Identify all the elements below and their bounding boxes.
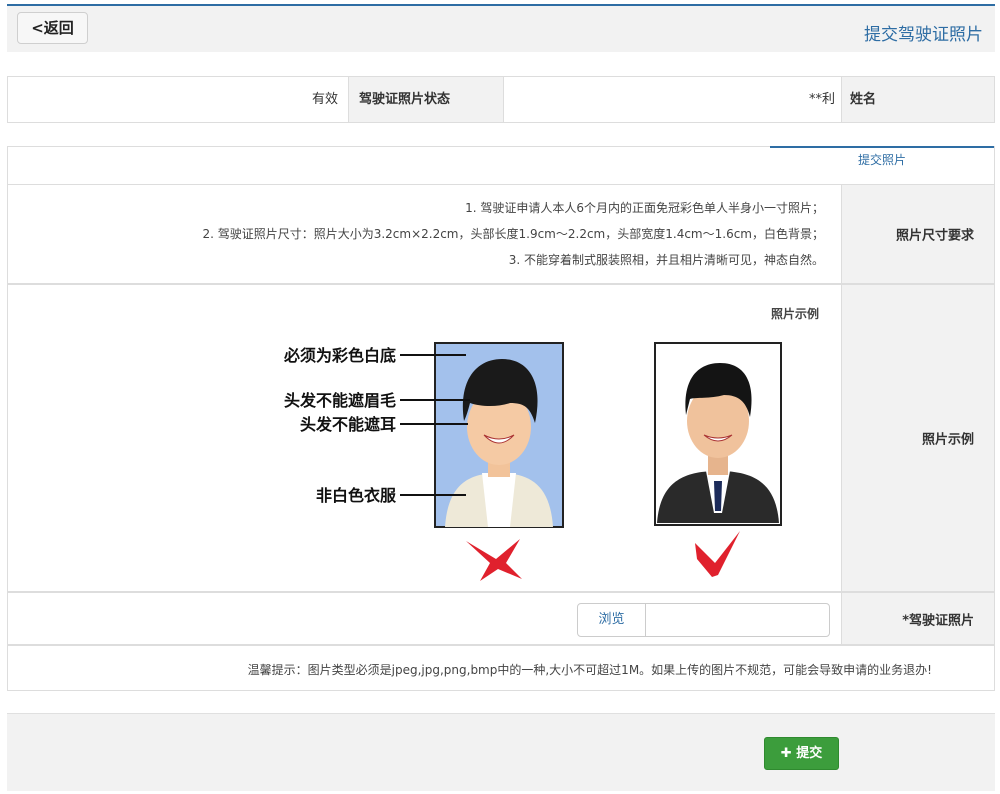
incorrect-photo — [434, 342, 564, 528]
footer-bar: ✚ 提交 — [7, 713, 995, 791]
requirement-line-2: 2. 驾驶证照片尺寸：照片大小为3.2cm×2.2cm，头部长度1.9cm～2.… — [202, 227, 824, 241]
upload-notice: 温馨提示：图片类型必须是jpeg,jpg,png,bmp中的一种,大小不可超过1… — [247, 663, 932, 677]
annotation-white-bg: 必须为彩色白底 — [283, 346, 396, 365]
example-label-cell: 照片示例 — [841, 285, 994, 591]
status-label: 驾驶证照片状态 — [359, 92, 451, 107]
file-upload-field[interactable]: 浏览 — [577, 603, 830, 637]
upload-label: *驾驶证照片 — [902, 613, 974, 628]
requirements-label-cell: 照片尺寸要求 — [841, 185, 994, 283]
name-label: 姓名 — [849, 92, 876, 107]
status-value-cell: 有效 — [8, 77, 348, 122]
name-value-cell: **利 — [503, 77, 843, 122]
top-bar: <返回 提交驾驶证照片 — [7, 4, 995, 52]
tab-bar: 提交照片 — [7, 146, 995, 184]
browse-button[interactable]: 浏览 — [578, 604, 646, 636]
annotation-eyebrows: 头发不能遮眉毛 — [284, 391, 396, 410]
example-label: 照片示例 — [921, 432, 974, 448]
photo-example-illustration: 必须为彩色白底 头发不能遮眉毛 头发不能遮耳 非白色衣服 — [283, 342, 782, 581]
example-title: 照片示例 — [770, 307, 819, 321]
correct-photo — [654, 342, 782, 526]
example-row: 照片示例 照片示例 必须为彩色白底 头发不能遮眉毛 头发不能遮耳 非白色衣服 — [7, 284, 995, 592]
annotation-ears: 头发不能遮耳 — [300, 415, 396, 434]
name-label-cell: 姓名 — [841, 77, 994, 122]
back-button[interactable]: <返回 — [17, 12, 88, 44]
correct-mark-icon — [695, 531, 740, 577]
wrong-mark-icon — [466, 539, 522, 581]
status-label-cell: 驾驶证照片状态 — [348, 77, 503, 122]
requirement-line-1: 1. 驾驶证申请人本人6个月内的正面免冠彩色单人半身小一寸照片； — [465, 201, 824, 215]
name-value: **利 — [808, 92, 835, 107]
status-value: 有效 — [311, 92, 338, 107]
notice-row: 温馨提示：图片类型必须是jpeg,jpg,png,bmp中的一种,大小不可超过1… — [7, 645, 995, 691]
requirements-row: 照片尺寸要求 1. 驾驶证申请人本人6个月内的正面免冠彩色单人半身小一寸照片； … — [7, 184, 995, 284]
submit-button[interactable]: ✚ 提交 — [764, 737, 839, 770]
upload-label-cell: *驾驶证照片 — [841, 593, 994, 644]
page-title: 提交驾驶证照片 — [864, 25, 983, 45]
upload-row: *驾驶证照片 浏览 — [7, 592, 995, 645]
requirement-line-3: 3. 不能穿着制式服装照相，并且相片清晰可见，神态自然。 — [508, 253, 824, 267]
info-table: 姓名 **利 驾驶证照片状态 有效 — [7, 76, 995, 123]
annotation-clothes: 非白色衣服 — [316, 486, 397, 505]
requirements-label: 照片尺寸要求 — [895, 228, 974, 244]
tab-submit-photo[interactable]: 提交照片 — [770, 146, 994, 184]
